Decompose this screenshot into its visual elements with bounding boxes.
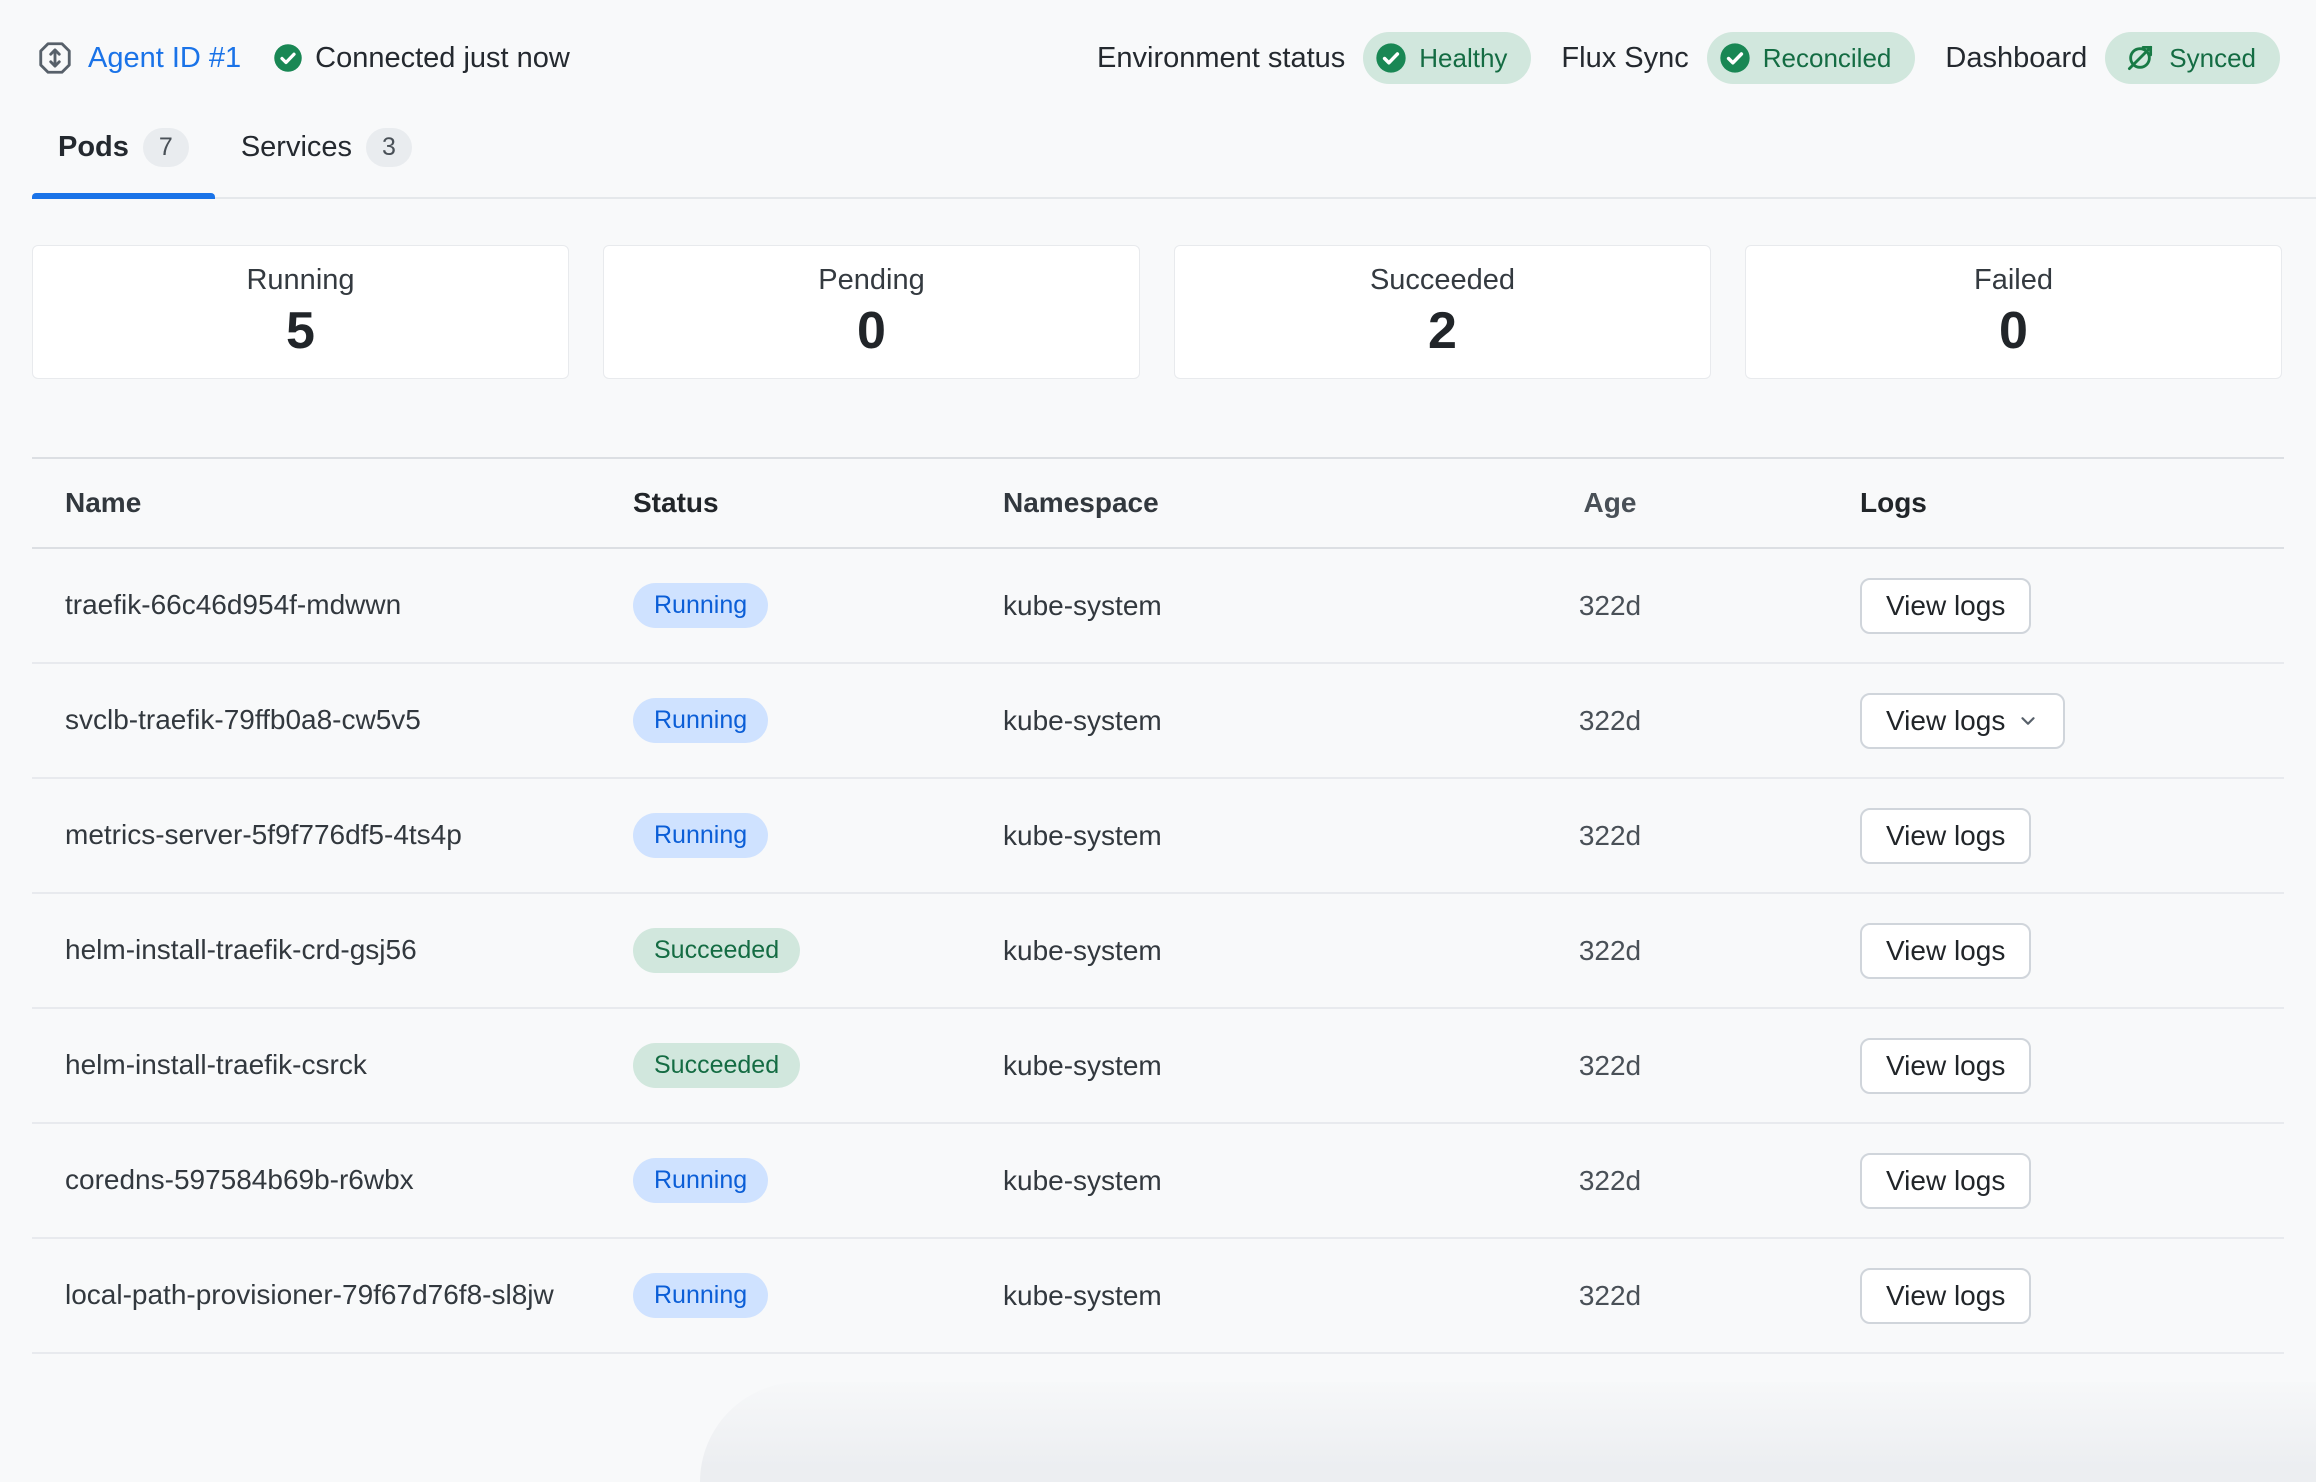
card-running-label: Running <box>246 264 354 297</box>
pod-namespace: kube-system <box>970 1050 1530 1082</box>
dashboard-sync-badge: Synced <box>2105 32 2280 84</box>
chevron-down-icon <box>2017 710 2039 732</box>
bottom-panel-edge <box>700 1382 2316 1482</box>
pod-name: coredns-597584b69b-r6wbx <box>32 1160 600 1201</box>
status-badge: Succeeded <box>633 928 800 973</box>
table-row: helm-install-traefik-csrck Succeeded kub… <box>32 1009 2284 1124</box>
check-circle-icon <box>1719 42 1751 74</box>
environment-status-label: Environment status <box>1097 42 1345 75</box>
card-succeeded: Succeeded 2 <box>1174 245 1711 379</box>
table-row: svclb-traefik-79ffb0a8-cw5v5 Running kub… <box>32 664 2284 779</box>
table-row: metrics-server-5f9f776df5-4ts4p Running … <box>32 779 2284 894</box>
pod-age: 322d <box>1530 590 1690 622</box>
status-badge: Running <box>633 1158 768 1203</box>
flux-sync-label: Flux Sync <box>1561 42 1688 75</box>
tab-services-label: Services <box>241 131 352 164</box>
card-running: Running 5 <box>32 245 569 379</box>
column-header-logs: Logs <box>1690 487 2284 519</box>
table-row: traefik-66c46d954f-mdwwn Running kube-sy… <box>32 549 2284 664</box>
pod-name: local-path-provisioner-79f67d76f8-sl8jw <box>32 1275 600 1316</box>
status-badge: Running <box>633 1273 768 1318</box>
dashboard-label: Dashboard <box>1945 42 2087 75</box>
summary-cards: Running 5 Pending 0 Succeeded 2 Failed 0 <box>32 245 2282 379</box>
flux-sync-badge: Reconciled <box>1707 32 1916 84</box>
pod-namespace: kube-system <box>970 1280 1530 1312</box>
column-header-name: Name <box>32 483 600 524</box>
environment-status-badge: Healthy <box>1363 32 1531 84</box>
table-row: coredns-597584b69b-r6wbx Running kube-sy… <box>32 1124 2284 1239</box>
check-circle-icon <box>1375 42 1407 74</box>
connection-status-text: Connected just now <box>315 42 570 75</box>
view-logs-button[interactable]: View logs <box>1860 923 2031 979</box>
view-logs-button[interactable]: View logs <box>1860 1038 2031 1094</box>
pod-namespace: kube-system <box>970 820 1530 852</box>
pod-age: 322d <box>1530 1165 1690 1197</box>
card-failed-label: Failed <box>1974 264 2053 297</box>
agent-icon <box>36 39 74 77</box>
pod-age: 322d <box>1530 1280 1690 1312</box>
tab-services-count: 3 <box>366 128 412 167</box>
pod-name: metrics-server-5f9f776df5-4ts4p <box>32 815 600 856</box>
pod-namespace: kube-system <box>970 590 1530 622</box>
table-row: helm-install-traefik-crd-gsj56 Succeeded… <box>32 894 2284 1009</box>
card-pending-value: 0 <box>857 301 886 361</box>
pod-age: 322d <box>1530 705 1690 737</box>
pod-age: 322d <box>1530 1050 1690 1082</box>
status-badge: Running <box>633 698 768 743</box>
card-running-value: 5 <box>286 301 315 361</box>
check-circle-icon <box>273 43 303 73</box>
top-bar: Agent ID #1 Connected just now Environme… <box>0 0 2316 84</box>
status-badge: Succeeded <box>633 1043 800 1088</box>
status-badge: Running <box>633 813 768 858</box>
column-header-age: Age <box>1530 487 1690 519</box>
pod-namespace: kube-system <box>970 1165 1530 1197</box>
card-pending-label: Pending <box>818 264 924 297</box>
view-logs-button[interactable]: View logs <box>1860 578 2031 634</box>
pod-age: 322d <box>1530 820 1690 852</box>
view-logs-button[interactable]: View logs <box>1860 1153 2031 1209</box>
sync-icon <box>2123 41 2157 75</box>
card-failed-value: 0 <box>1999 301 2028 361</box>
pod-namespace: kube-system <box>970 935 1530 967</box>
pod-name: helm-install-traefik-csrck <box>32 1045 600 1086</box>
pod-age: 322d <box>1530 935 1690 967</box>
tab-services[interactable]: Services 3 <box>215 118 438 197</box>
card-pending: Pending 0 <box>603 245 1140 379</box>
card-failed: Failed 0 <box>1745 245 2282 379</box>
view-logs-dropdown-button[interactable]: View logs <box>1860 693 2065 749</box>
tab-pods-label: Pods <box>58 131 129 164</box>
tab-pods-count: 7 <box>143 128 189 167</box>
column-header-namespace: Namespace <box>970 487 1530 519</box>
status-badge: Running <box>633 583 768 628</box>
table-row: local-path-provisioner-79f67d76f8-sl8jw … <box>32 1239 2284 1354</box>
pod-name: helm-install-traefik-crd-gsj56 <box>32 930 600 971</box>
view-logs-button[interactable]: View logs <box>1860 808 2031 864</box>
column-header-status: Status <box>600 487 970 519</box>
table-header: Name Status Namespace Age Logs <box>32 459 2284 549</box>
pod-name: traefik-66c46d954f-mdwwn <box>32 585 600 626</box>
view-logs-button[interactable]: View logs <box>1860 1268 2031 1324</box>
agent-id-link[interactable]: Agent ID #1 <box>88 42 241 75</box>
pods-table: Name Status Namespace Age Logs traefik-6… <box>32 457 2284 1354</box>
pod-name: svclb-traefik-79ffb0a8-cw5v5 <box>32 700 600 741</box>
tab-pods[interactable]: Pods 7 <box>32 118 215 197</box>
card-succeeded-label: Succeeded <box>1370 264 1515 297</box>
pod-namespace: kube-system <box>970 705 1530 737</box>
card-succeeded-value: 2 <box>1428 301 1457 361</box>
tab-bar: Pods 7 Services 3 <box>32 118 2316 199</box>
